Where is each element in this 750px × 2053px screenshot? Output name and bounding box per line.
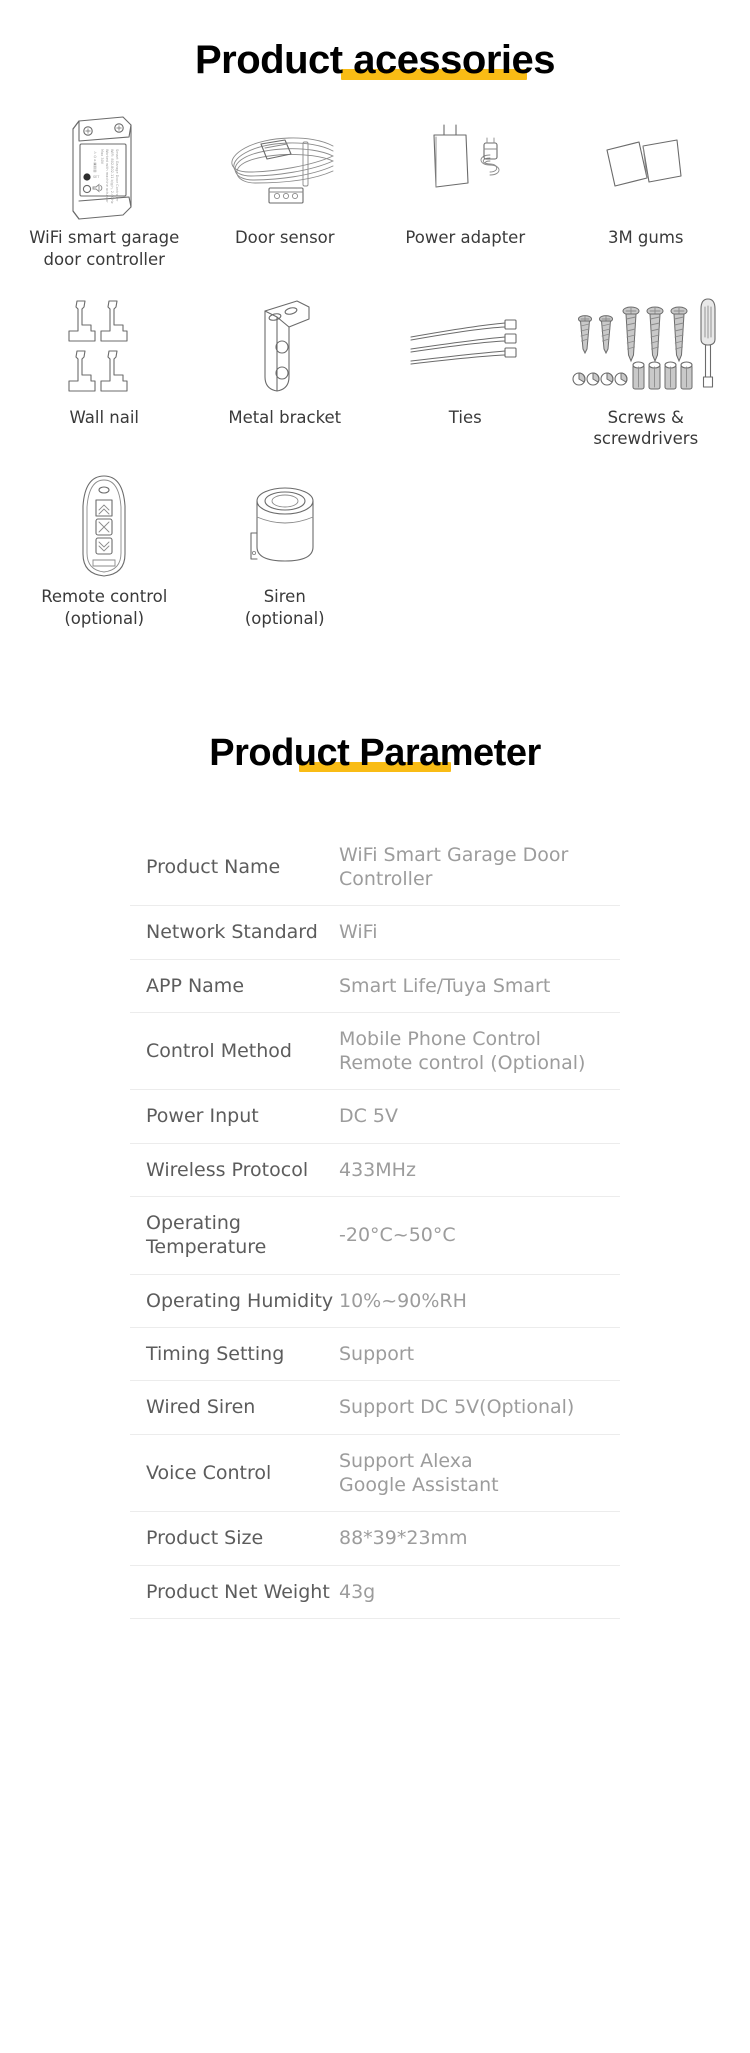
- table-row: Product Size 88*39*23mm: [130, 1512, 620, 1566]
- product-parameter-table: Product Name WiFi Smart Garage Door Cont…: [130, 829, 620, 1619]
- table-row: Voice Control Support Alexa Google Assis…: [130, 1434, 620, 1512]
- adhesive-pads-icon: [556, 117, 737, 217]
- accessories-heading-text: Product acessories: [194, 38, 556, 82]
- parameter-key: Operating Temperature: [146, 1212, 267, 1259]
- accessory-item-remote-control: Remote control (optional): [14, 475, 195, 630]
- table-row: APP Name Smart Life/Tuya Smart: [130, 959, 620, 1013]
- accessory-item-3m-gums: 3M gums: [556, 117, 737, 271]
- parameter-key: Power Input: [146, 1105, 259, 1128]
- parameter-value: 43g: [339, 1580, 376, 1603]
- table-row: Network Standard WiFi: [130, 906, 620, 960]
- parameter-key: APP Name: [146, 974, 245, 997]
- table-row: Wired Siren Support DC 5V(Optional): [130, 1381, 620, 1435]
- parameter-value: Support Alexa Google Assistant: [339, 1449, 499, 1496]
- accessory-item-power-adapter: Power adapter: [375, 117, 556, 271]
- parameter-heading-text: Product Parameter: [209, 731, 541, 774]
- parameter-key: Product Size: [146, 1527, 264, 1550]
- svg-text:Smart Garage Door Controller: Smart Garage Door Controller: [115, 149, 119, 202]
- table-row: Control Method Mobile Phone Control Remo…: [130, 1012, 620, 1090]
- table-row: Timing Setting Support: [130, 1328, 620, 1381]
- parameter-key: Wireless Protocol: [146, 1158, 309, 1181]
- accessories-section-heading: Product acessories: [0, 0, 750, 83]
- accessory-item-screws: Screws & screwdrivers: [556, 297, 737, 451]
- accessory-item-spacer-2: [556, 476, 737, 630]
- accessory-item-controller: Smart Garage Door Controller WiFi: 802.8…: [14, 116, 195, 271]
- screws-screwdriver-icon: [556, 297, 737, 397]
- accessory-item-spacer-1: [375, 476, 556, 630]
- accessory-label: Door sensor: [234, 228, 335, 247]
- accessory-label: Ties: [448, 407, 482, 427]
- siren-icon: [195, 476, 376, 576]
- cable-ties-icon: [375, 297, 556, 397]
- accessory-label: WiFi smart garage door controller: [29, 228, 180, 269]
- bottom-spacer: [0, 1619, 750, 1689]
- accessory-item-ties: Ties: [375, 297, 556, 451]
- parameter-value: 433MHz: [339, 1158, 416, 1181]
- accessory-item-metal-bracket: Metal bracket: [195, 297, 376, 451]
- table-row: Product Name WiFi Smart Garage Door Cont…: [130, 829, 620, 906]
- accessory-label: 3M gums: [607, 228, 684, 247]
- parameter-value: Mobile Phone Control Remote control (Opt…: [339, 1027, 586, 1075]
- accessory-label: Siren (optional): [244, 587, 325, 628]
- power-adapter-icon: [375, 117, 556, 217]
- parameter-value: 88*39*23mm: [339, 1527, 468, 1550]
- table-row: Power Input DC 5V: [130, 1090, 620, 1144]
- parameter-key: Timing Setting: [146, 1343, 285, 1366]
- accessory-label: Remote control (optional): [41, 587, 168, 628]
- accessory-item-siren: Siren (optional): [195, 476, 376, 630]
- svg-text:Max 30V: Max 30V: [100, 149, 104, 165]
- accessory-item-door-sensor: Door sensor: [195, 117, 376, 271]
- parameter-value: Support: [339, 1343, 415, 1366]
- wall-nail-icon: [14, 297, 195, 397]
- accessory-label: Wall nail: [69, 407, 140, 427]
- parameter-key: Network Standard: [146, 921, 318, 944]
- svg-text:Worked with machine actuator: Worked with machine actuator: [105, 149, 109, 203]
- parameter-value: Smart Life/Tuya Smart: [339, 974, 551, 997]
- parameter-key: Wired Siren: [146, 1396, 256, 1419]
- accessory-label: Screws & screwdrivers: [593, 407, 699, 449]
- accessory-label: Power adapter: [405, 228, 526, 247]
- parameter-key: Voice Control: [146, 1461, 272, 1484]
- controller-icon: Smart Garage Door Controller WiFi: 802.8…: [14, 116, 195, 220]
- parameter-value: -20°C~50°C: [339, 1224, 456, 1247]
- parameter-key: Control Method: [146, 1040, 292, 1062]
- parameter-value: WiFi: [339, 921, 378, 944]
- parameter-section-heading: Product Parameter: [0, 694, 750, 775]
- parameter-value: WiFi Smart Garage Door Controller: [339, 843, 569, 890]
- accessories-row-3: Remote control (optional) Siren (optiona…: [14, 475, 737, 630]
- accessories-row-1: Smart Garage Door Controller WiFi: 802.8…: [14, 116, 737, 271]
- parameter-key: Product Net Weight: [146, 1580, 330, 1603]
- parameter-value: 10%~90%RH: [339, 1289, 467, 1312]
- accessories-row-2: Wall nail Metal bracket Ties Screws & sc…: [14, 297, 736, 451]
- metal-bracket-icon: [195, 297, 376, 397]
- svg-text:⚠ ⛭ ⌂ ▣▤▥: ⚠ ⛭ ⌂ ▣▤▥: [93, 151, 97, 172]
- parameter-key: Operating Humidity: [146, 1289, 334, 1312]
- table-row: Wireless Protocol 433MHz: [130, 1143, 620, 1197]
- parameter-key: Product Name: [146, 855, 281, 878]
- svg-text:SET: SET: [93, 175, 100, 179]
- table-row: Product Net Weight 43g: [130, 1565, 620, 1619]
- accessory-item-wall-nail: Wall nail: [14, 297, 195, 451]
- accessories-grid: Smart Garage Door Controller WiFi: 802.8…: [0, 83, 750, 630]
- door-sensor-icon: [195, 117, 376, 217]
- accessory-label: Metal bracket: [228, 407, 342, 427]
- svg-text:WiFi: 802.802.11 b/g/n, 2.4GHz: WiFi: 802.802.11 b/g/n, 2.4GHz: [110, 149, 114, 204]
- parameter-table-body: Product Name WiFi Smart Garage Door Cont…: [130, 829, 620, 1619]
- table-row: Operating Temperature -20°C~50°C: [130, 1197, 620, 1275]
- parameter-value: DC 5V: [339, 1105, 399, 1128]
- remote-control-icon: [14, 475, 195, 577]
- parameter-value: Support DC 5V(Optional): [339, 1396, 575, 1419]
- table-row: Operating Humidity 10%~90%RH: [130, 1274, 620, 1328]
